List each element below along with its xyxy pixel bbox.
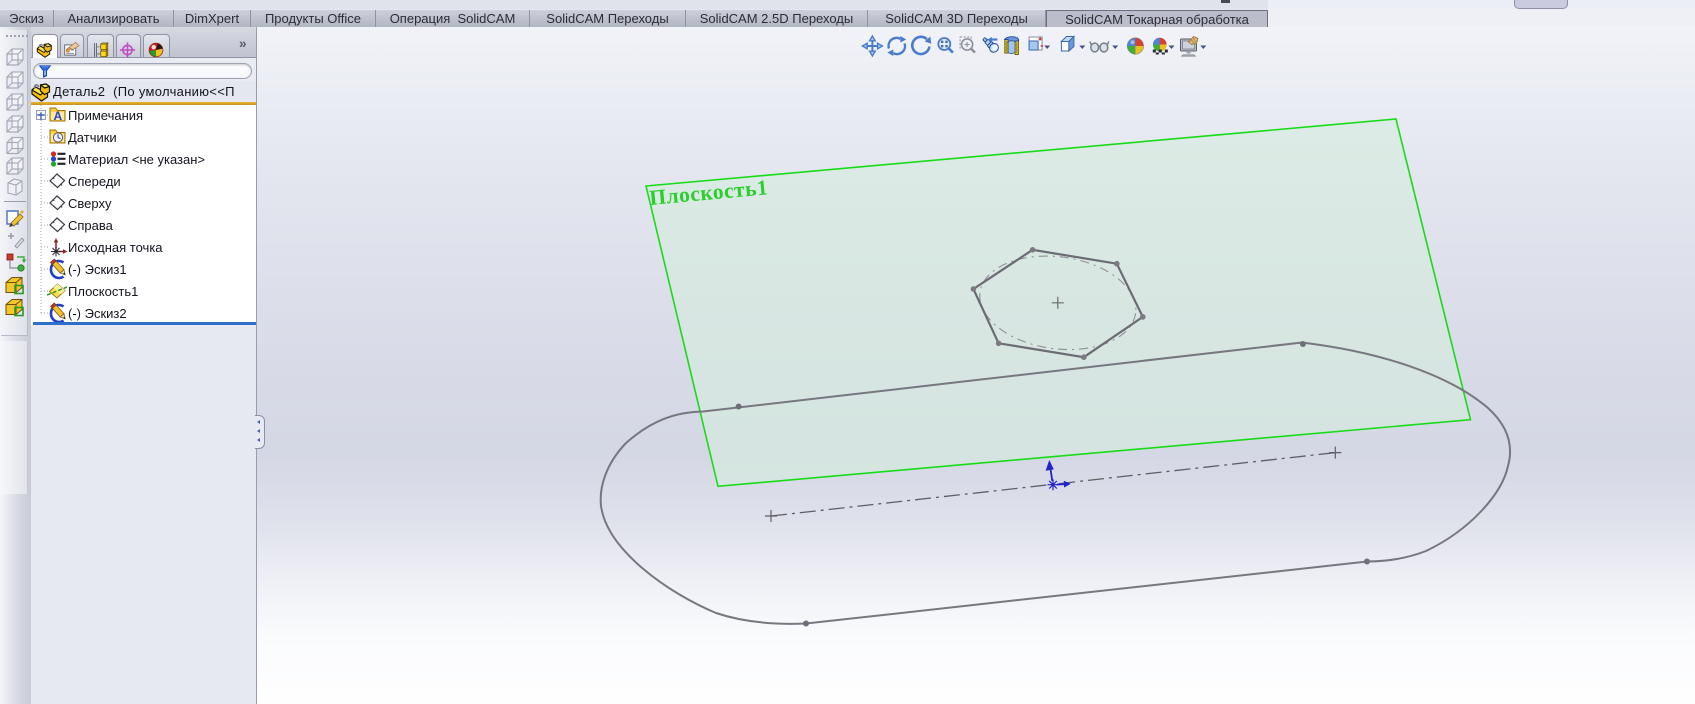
svg-text:A: A <box>54 109 63 123</box>
